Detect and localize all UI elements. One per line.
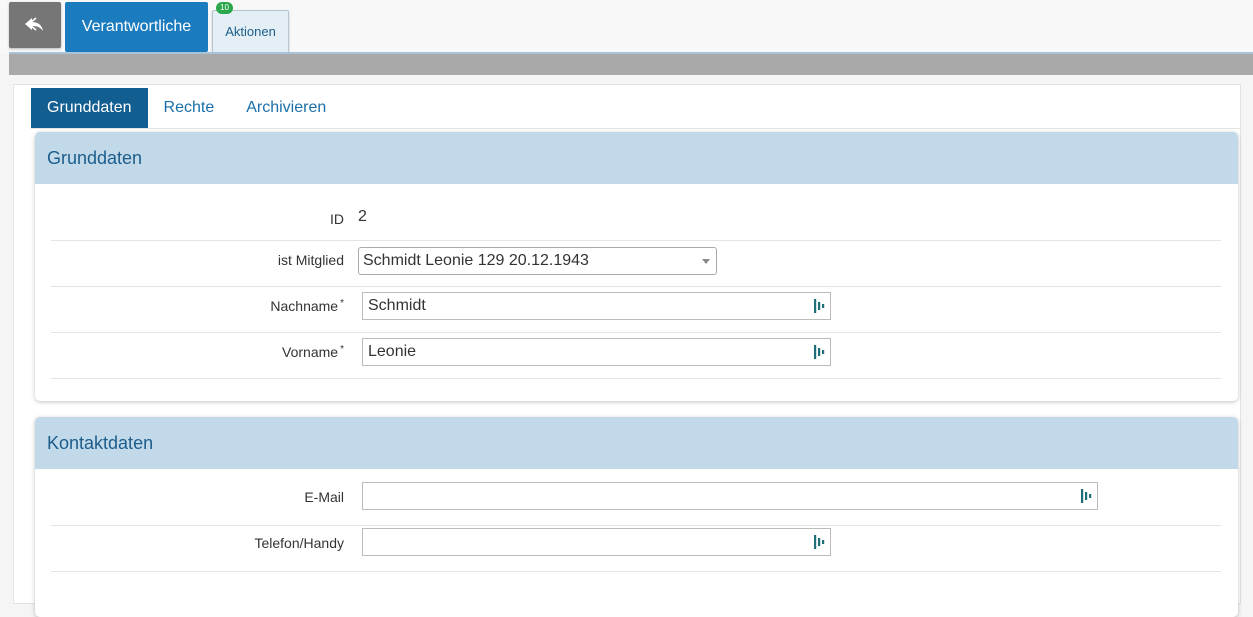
text-format-icon[interactable]	[814, 299, 825, 313]
vorname-label: Vorname *	[282, 344, 344, 360]
nachname-input[interactable]: Schmidt	[362, 292, 831, 320]
tab-bar: Grunddaten Rechte Archivieren	[31, 88, 343, 128]
id-label: ID	[330, 211, 344, 227]
mitglied-selected-value: Schmidt Leonie 129 20.12.1943	[363, 252, 589, 269]
back-button[interactable]	[9, 2, 61, 48]
nachname-label: Nachname *	[270, 298, 344, 314]
email-label: E-Mail	[304, 489, 344, 505]
id-row: ID 2	[51, 195, 1221, 241]
telefon-label: Telefon/Handy	[254, 535, 344, 551]
email-input[interactable]	[362, 482, 1098, 510]
tab-rechte[interactable]: Rechte	[147, 88, 231, 128]
tab-grunddaten[interactable]: Grunddaten	[31, 88, 148, 128]
kontaktdaten-panel: Kontaktdaten E-Mail Telefon/Handy	[35, 417, 1238, 617]
telefon-input[interactable]	[362, 528, 831, 556]
tab-archivieren[interactable]: Archivieren	[230, 88, 343, 128]
grunddaten-panel-title: Grunddaten	[35, 132, 1238, 184]
nachname-row: Nachname * Schmidt	[51, 287, 1221, 333]
vorname-value: Leonie	[368, 343, 417, 360]
id-value: 2	[358, 208, 367, 225]
mitglied-select[interactable]: Schmidt Leonie 129 20.12.1943	[358, 247, 717, 275]
top-toolbar: Verantwortliche Aktionen 10	[0, 0, 1253, 54]
aktionen-button[interactable]: Aktionen	[212, 10, 289, 53]
text-format-icon[interactable]	[1081, 489, 1092, 503]
chevron-down-icon	[702, 259, 710, 264]
verantwortliche-button[interactable]: Verantwortliche	[65, 2, 208, 52]
required-asterisk: *	[340, 298, 344, 309]
text-format-icon[interactable]	[814, 535, 825, 549]
email-row: E-Mail	[51, 480, 1221, 526]
mitglied-label: ist Mitglied	[277, 252, 344, 268]
reply-arrow-icon	[25, 17, 43, 31]
tab-underline	[31, 128, 1241, 129]
vorname-input[interactable]: Leonie	[362, 338, 831, 366]
kontaktdaten-panel-title: Kontaktdaten	[35, 417, 1238, 469]
text-format-icon[interactable]	[814, 345, 825, 359]
content-container: Grunddaten Rechte Archivieren Grunddaten…	[13, 84, 1241, 617]
grunddaten-panel: Grunddaten ID 2 ist Mitglied Schmidt Leo…	[35, 132, 1238, 401]
vorname-row: Vorname * Leonie	[51, 333, 1221, 379]
gray-status-bar	[9, 54, 1253, 75]
telefon-row: Telefon/Handy	[51, 526, 1221, 572]
aktionen-count-badge: 10	[216, 2, 233, 14]
nachname-value: Schmidt	[368, 297, 426, 314]
mitglied-row: ist Mitglied Schmidt Leonie 129 20.12.19…	[51, 241, 1221, 287]
required-asterisk: *	[340, 344, 344, 355]
